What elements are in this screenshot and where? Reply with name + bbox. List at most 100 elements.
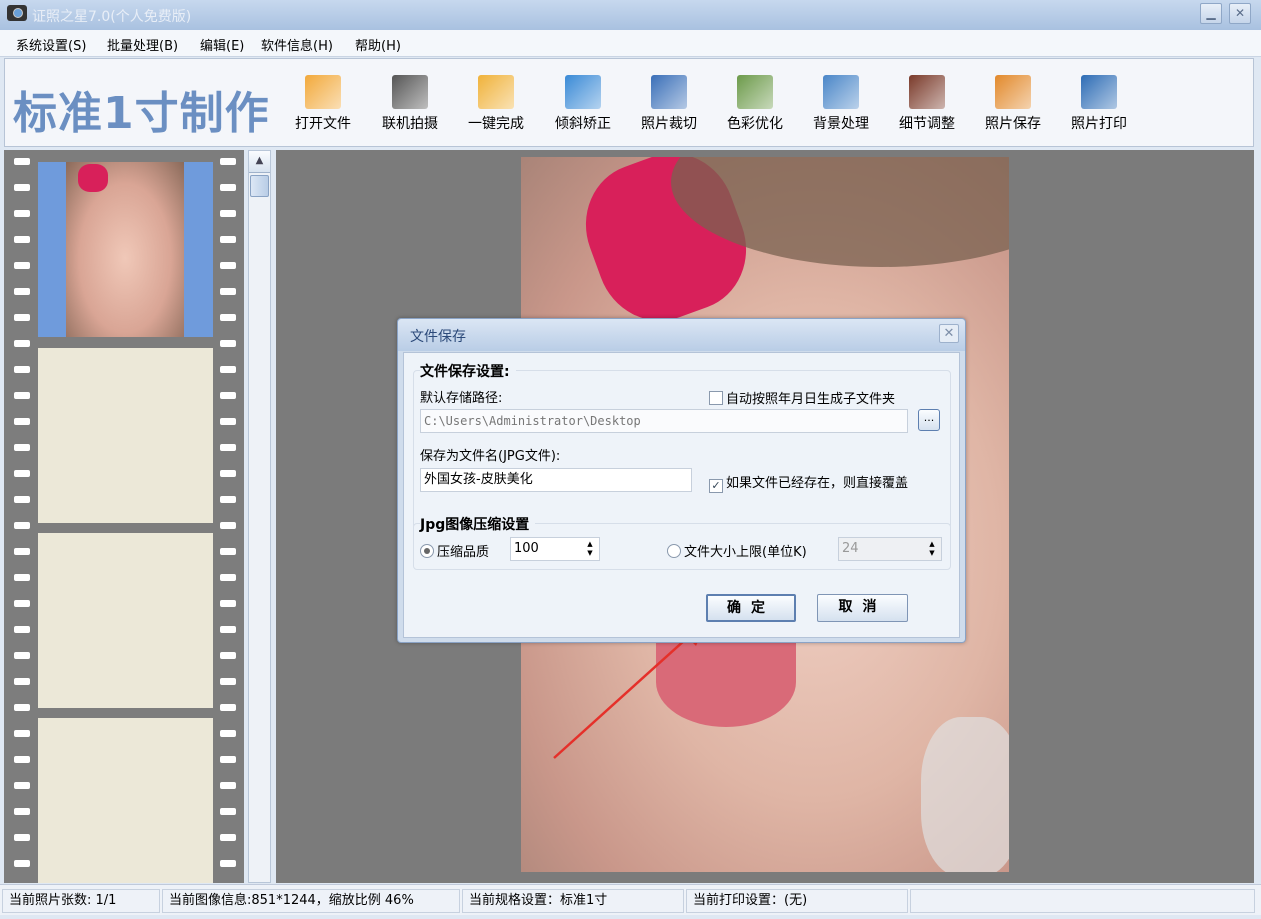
film-hole <box>14 158 30 165</box>
menu-help[interactable]: 帮助(H) <box>355 35 401 54</box>
film-hole <box>220 444 236 451</box>
color-icon <box>737 75 773 109</box>
quality-value: 100 <box>514 541 539 556</box>
size-limit-spinbox[interactable]: 24 ▲ ▼ <box>838 537 942 561</box>
film-hole <box>14 600 30 607</box>
film-hole <box>14 704 30 711</box>
film-hole <box>220 626 236 633</box>
film-hole <box>14 288 30 295</box>
histogram-icon <box>909 75 945 109</box>
toolbar-button-rotate[interactable]: 倾斜矫正 <box>543 75 623 133</box>
quality-radio[interactable]: 压缩品质 <box>420 541 489 560</box>
overwrite-checkbox[interactable]: ✓ 如果文件已经存在，则直接覆盖 <box>709 472 908 493</box>
film-hole <box>14 834 30 841</box>
filename-input[interactable]: 外国女孩-皮肤美化 <box>420 468 692 492</box>
thumbnail-slot-empty[interactable] <box>38 348 213 523</box>
save-icon <box>995 75 1031 109</box>
film-hole <box>220 808 236 815</box>
toolbar-button-camera[interactable]: 联机拍摄 <box>370 75 450 133</box>
quality-spinbox[interactable]: 100 ▲ ▼ <box>510 537 600 561</box>
menu-software-info[interactable]: 软件信息(H) <box>261 35 333 54</box>
toolbar-button-label: 背景处理 <box>813 116 869 132</box>
toolbar-button-histogram[interactable]: 细节调整 <box>887 75 967 133</box>
film-hole <box>14 470 30 477</box>
toolbar-button-label: 色彩优化 <box>727 116 783 132</box>
toolbar-button-label: 倾斜矫正 <box>555 116 611 132</box>
close-button[interactable]: ✕ <box>1229 3 1251 24</box>
checkmark-icon: ✓ <box>709 479 723 493</box>
thumbnail-filmstrip <box>4 150 244 883</box>
film-hole <box>220 288 236 295</box>
film-hole <box>14 262 30 269</box>
menu-edit[interactable]: 编辑(E) <box>200 35 244 54</box>
film-hole <box>14 678 30 685</box>
film-hole <box>220 704 236 711</box>
cancel-button[interactable]: 取消 <box>817 594 908 622</box>
film-hole <box>220 158 236 165</box>
toolbar-button-label: 细节调整 <box>899 116 955 132</box>
save-path-input[interactable]: C:\Users\Administrator\Desktop <box>420 409 908 433</box>
group-label: Jpg图像压缩设置 <box>420 514 536 534</box>
film-hole <box>220 366 236 373</box>
film-hole <box>14 236 30 243</box>
film-hole <box>220 262 236 269</box>
minimize-button[interactable]: ▁ <box>1200 3 1222 24</box>
toolbar-button-brush[interactable]: 背景处理 <box>801 75 881 133</box>
film-hole <box>14 366 30 373</box>
film-hole <box>220 522 236 529</box>
radio-label: 压缩品质 <box>437 545 490 560</box>
thumbnail-slot-empty[interactable] <box>38 533 213 708</box>
film-hole <box>220 210 236 217</box>
film-hole <box>14 210 30 217</box>
film-hole <box>14 184 30 191</box>
film-hole <box>14 314 30 321</box>
film-hole <box>220 652 236 659</box>
dialog-title: 文件保存 <box>410 329 466 345</box>
film-hole <box>220 756 236 763</box>
toolbar-button-printer[interactable]: 照片打印 <box>1059 75 1139 133</box>
browse-button[interactable]: ... <box>918 409 940 431</box>
toolbar-button-hand[interactable]: 一键完成 <box>456 75 536 133</box>
spin-arrows-icon[interactable]: ▲ ▼ <box>583 540 597 558</box>
film-hole <box>220 236 236 243</box>
brush-icon <box>823 75 859 109</box>
film-hole <box>220 574 236 581</box>
scroll-up-arrow-icon[interactable]: ▲ <box>249 151 270 173</box>
checkbox-label: 如果文件已经存在，则直接覆盖 <box>726 476 909 491</box>
filename-label: 保存为文件名(JPG文件): <box>420 449 561 464</box>
status-bar: 当前照片张数: 1/1 当前图像信息:851*1244，缩放比例 46% 当前规… <box>0 884 1261 915</box>
film-hole <box>220 678 236 685</box>
menu-system-settings[interactable]: 系统设置(S) <box>16 35 86 54</box>
thumbnail-slot-empty[interactable] <box>38 718 213 883</box>
app-camera-icon <box>7 5 27 21</box>
radio-label: 文件大小上限(单位K) <box>684 545 807 560</box>
thumbnail-1[interactable] <box>38 162 213 337</box>
film-hole <box>14 340 30 347</box>
title-bar: 证照之星7.0(个人免费版) ▁ ✕ <box>0 0 1261 30</box>
toolbar-button-label: 照片保存 <box>985 116 1041 132</box>
scroll-thumb[interactable] <box>250 175 269 197</box>
film-hole <box>14 652 30 659</box>
film-hole <box>14 522 30 529</box>
auto-subfolder-checkbox[interactable]: 自动按照年月日生成子文件夹 <box>709 388 895 407</box>
toolbar: 标准1寸制作 打开文件 联机拍摄 一键完成 倾斜矫正 照片裁切 色彩优化 背景处理 细节调整 照… <box>4 58 1254 147</box>
toolbar-button-folder[interactable]: 打开文件 <box>283 75 363 133</box>
spin-arrows-icon[interactable]: ▲ ▼ <box>925 540 939 558</box>
status-photo-count: 当前照片张数: 1/1 <box>2 889 160 913</box>
film-hole <box>14 444 30 451</box>
film-hole <box>220 834 236 841</box>
status-image-info: 当前图像信息:851*1244，缩放比例 46% <box>162 889 460 913</box>
film-hole <box>220 392 236 399</box>
radio-icon <box>667 544 681 558</box>
toolbar-button-save[interactable]: 照片保存 <box>973 75 1053 133</box>
toolbar-button-label: 照片裁切 <box>641 116 697 132</box>
film-hole <box>14 756 30 763</box>
toolbar-button-crop[interactable]: 照片裁切 <box>629 75 709 133</box>
menu-batch[interactable]: 批量处理(B) <box>107 35 178 54</box>
ok-button[interactable]: 确定 <box>706 594 796 622</box>
dialog-close-button[interactable]: ✕ <box>939 324 959 343</box>
filmstrip-scrollbar[interactable]: ▲ <box>248 150 271 883</box>
toolbar-button-color[interactable]: 色彩优化 <box>715 75 795 133</box>
size-limit-radio[interactable]: 文件大小上限(单位K) <box>667 541 807 560</box>
film-hole <box>14 730 30 737</box>
